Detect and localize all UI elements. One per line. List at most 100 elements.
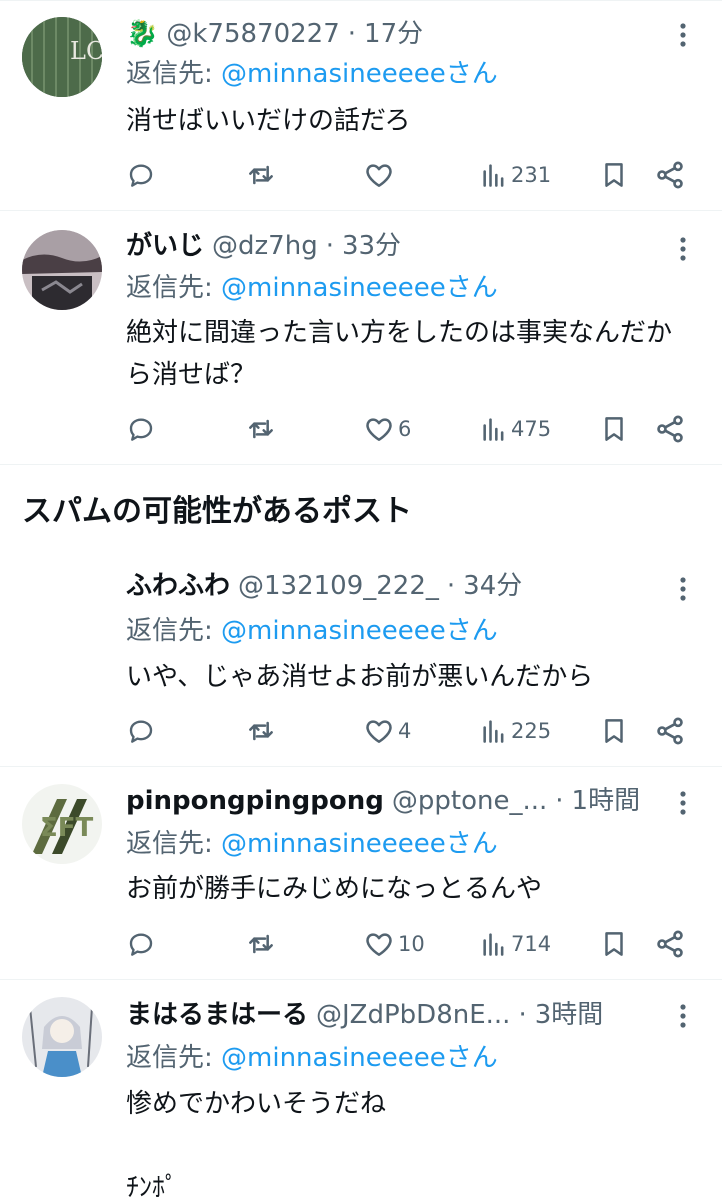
avatar[interactable] [22, 230, 102, 310]
share-icon [657, 717, 683, 745]
reply-thread: LC 🐉 @k75870227 · 17分 返信先: @minnasineeeeeさん… [0, 0, 722, 1200]
reply-mention-link[interactable]: @minnasineeeeeさん [221, 1043, 498, 1073]
reply-bubble-icon [129, 418, 153, 441]
views-button[interactable]: 475 [480, 409, 551, 449]
views-bar-chart-icon [483, 164, 504, 187]
post-header: 🐉 @k75870227 · 17分 [126, 14, 423, 54]
divider [0, 0, 722, 1]
display-name[interactable]: pinpongpingpong [126, 786, 384, 816]
more-vertical-icon[interactable] [668, 1001, 698, 1031]
user-handle[interactable]: @132109_222_ [238, 571, 439, 601]
like-button[interactable]: 10 [363, 924, 425, 964]
views-button[interactable]: 714 [480, 924, 551, 964]
more-vertical-icon[interactable] [668, 574, 698, 604]
bookmark-icon [605, 932, 623, 956]
like-button[interactable] [363, 155, 398, 195]
bookmark-button[interactable] [599, 711, 629, 751]
like-count: 10 [398, 932, 425, 956]
share-button[interactable] [654, 924, 686, 964]
spam-section-title: スパムの可能性があるポスト [22, 494, 412, 529]
views-button[interactable]: 225 [480, 711, 551, 751]
avatar[interactable] [22, 997, 102, 1077]
post-time[interactable]: 34分 [463, 571, 522, 601]
share-icon [657, 930, 683, 958]
separator-dot: · [518, 1000, 527, 1030]
reply-to-line: 返信先: @minnasineeeeeさん [126, 54, 498, 94]
more-vertical-icon[interactable] [668, 788, 698, 818]
reply-button[interactable] [126, 924, 156, 964]
repost-icon [249, 934, 273, 954]
reply-button[interactable] [126, 409, 156, 449]
repost-button[interactable] [245, 924, 277, 964]
reply-to-line: 返信先: @minnasineeeeeさん [126, 611, 498, 651]
user-handle[interactable]: @pptone_... [392, 786, 547, 816]
views-button[interactable]: 231 [480, 155, 551, 195]
repost-button[interactable] [245, 155, 277, 195]
user-handle[interactable]: @JZdPbD8nE... [316, 1000, 510, 1030]
reply-prefix: 返信先: [126, 273, 222, 303]
share-button[interactable] [654, 409, 686, 449]
user-handle[interactable]: @k75870227 [166, 19, 339, 49]
view-count: 714 [511, 932, 552, 956]
view-count: 225 [511, 719, 552, 743]
user-handle[interactable]: @dz7hg [212, 231, 318, 261]
post-time[interactable]: 3時間 [535, 1000, 604, 1030]
reply-button[interactable] [126, 711, 156, 751]
like-button[interactable]: 6 [363, 409, 411, 449]
display-name[interactable]: ふわふわ [126, 571, 230, 601]
dragon-emoji: 🐉 [126, 19, 159, 49]
divider [0, 979, 722, 980]
view-count: 475 [511, 417, 552, 441]
bookmark-icon [605, 163, 623, 187]
reply-prefix: 返信先: [126, 59, 222, 89]
bookmark-button[interactable] [599, 409, 629, 449]
reply-prefix: 返信先: [126, 1043, 222, 1073]
reply-prefix: 返信先: [126, 616, 222, 646]
reply-button[interactable] [126, 155, 156, 195]
separator-dot: · [555, 786, 564, 816]
reply-bubble-icon [129, 720, 153, 743]
more-vertical-icon[interactable] [668, 234, 698, 264]
post-text: 惨めでかわいそうだね ﾁﾝﾎﾟ [126, 1089, 387, 1200]
repost-button[interactable] [245, 711, 277, 751]
bookmark-button[interactable] [599, 924, 629, 964]
reply-bubble-icon [129, 933, 153, 956]
like-count: 4 [398, 719, 412, 743]
share-icon [657, 161, 683, 189]
reply-prefix: 返信先: [126, 829, 222, 859]
bookmark-button[interactable] [599, 155, 629, 195]
post-time[interactable]: 33分 [342, 231, 401, 261]
reply-mention-link[interactable]: @minnasineeeeeさん [221, 59, 498, 89]
divider [0, 766, 722, 767]
like-count: 6 [398, 417, 412, 441]
reply-bubble-icon [129, 164, 153, 187]
post-actions: 6 475 [0, 409, 722, 449]
post-header: まはるまはーる @JZdPbD8nE... · 3時間 [126, 995, 603, 1035]
heart-icon [366, 720, 392, 743]
avatar[interactable]: ΣFT [22, 784, 102, 864]
display-name[interactable]: がいじ [126, 231, 204, 261]
share-button[interactable] [654, 155, 686, 195]
reply-mention-link[interactable]: @minnasineeeeeさん [221, 273, 498, 303]
post-header: ふわふわ @132109_222_ · 34分 [126, 566, 522, 606]
post-text: 絶対に間違った言い方をしたのは事実なんだから消せば？ [126, 318, 673, 390]
view-count: 231 [511, 163, 552, 187]
reply-mention-link[interactable]: @minnasineeeeeさん [221, 829, 498, 859]
display-name[interactable]: まはるまはーる [126, 1000, 308, 1030]
repost-button[interactable] [245, 409, 277, 449]
reply-mention-link[interactable]: @minnasineeeeeさん [221, 616, 498, 646]
post-text: お前が勝手にみじめになっとるんや [126, 874, 543, 904]
share-button[interactable] [654, 711, 686, 751]
divider [0, 464, 722, 465]
avatar[interactable]: LC [22, 17, 102, 97]
like-button[interactable]: 4 [363, 711, 411, 751]
views-bar-chart-icon [483, 720, 504, 743]
repost-icon [249, 721, 273, 741]
views-bar-chart-icon [483, 418, 504, 441]
post-time[interactable]: 17分 [364, 19, 423, 49]
separator-dot: · [325, 231, 334, 261]
divider [0, 210, 722, 211]
bookmark-icon [605, 417, 623, 441]
more-vertical-icon[interactable] [668, 20, 698, 50]
post-time[interactable]: 1時間 [572, 786, 641, 816]
